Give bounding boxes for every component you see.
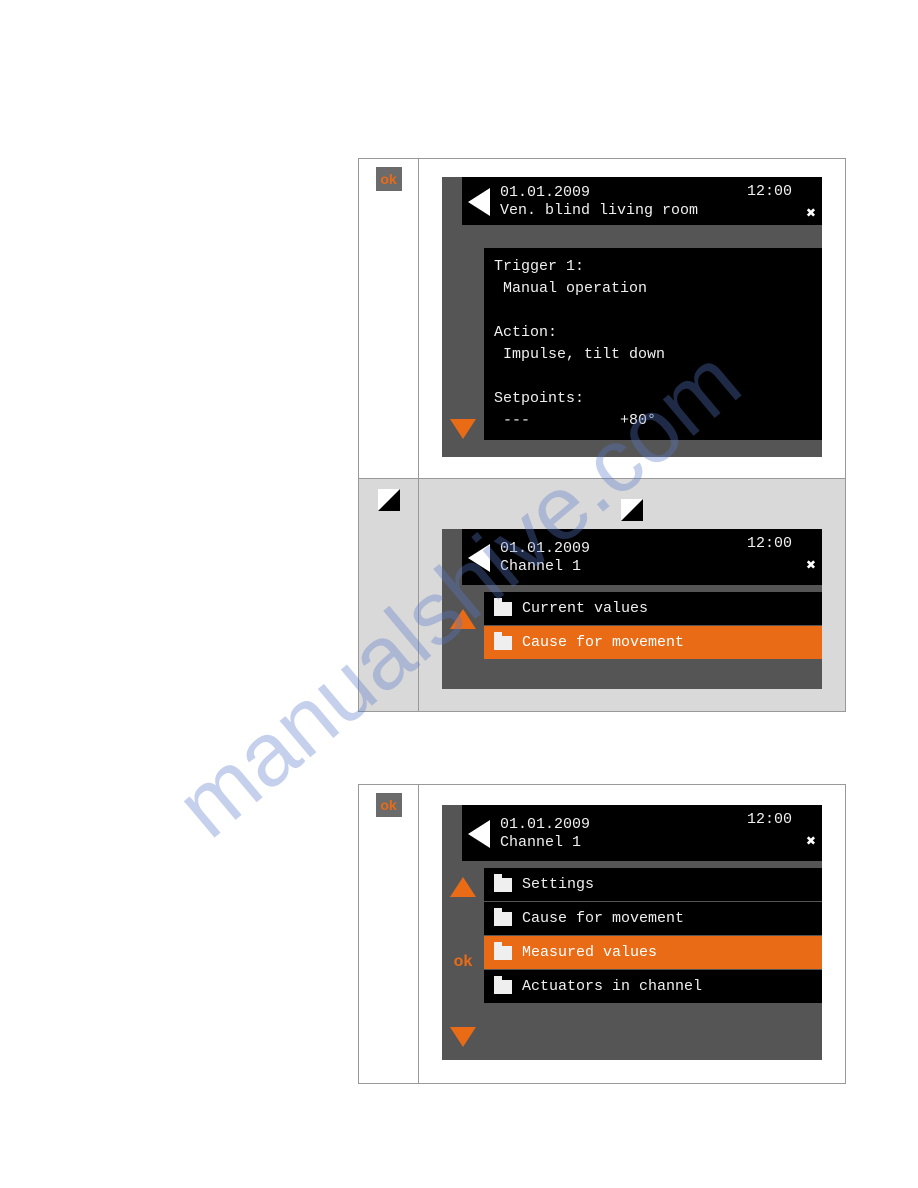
screen-1-header: 01.01.2009 12:00 Ven. blind living room … <box>462 177 822 225</box>
menu-label: Cause for movement <box>522 910 684 927</box>
folder-icon <box>494 946 512 960</box>
header-text-3: 01.01.2009 12:00 Channel 1 <box>500 816 814 852</box>
tools-icon[interactable]: ✖ <box>806 831 816 851</box>
up-arrow-container <box>450 609 476 629</box>
screen-3-header-area: 01.01.2009 12:00 Channel 1 ✖ <box>462 805 822 861</box>
menu-label: Actuators in channel <box>522 978 702 995</box>
left-column-3: ok <box>359 785 419 1083</box>
panel-3-container: 01.01.2009 12:00 Channel 1 ✖ ok Settings <box>419 785 845 1083</box>
scroll-up-icon[interactable] <box>450 609 476 629</box>
folder-icon <box>494 980 512 994</box>
side-arrows-3: ok <box>448 877 478 1047</box>
screen-2-header: 01.01.2009 12:00 Channel 1 ✖ <box>462 529 822 585</box>
figure-1-top: ok 01.01.2009 12:00 Ven. blind living ro… <box>359 159 845 479</box>
menu-item-settings[interactable]: Settings <box>484 867 822 901</box>
title-label: Ven. blind living room <box>500 202 698 219</box>
back-arrow-icon[interactable] <box>468 544 490 572</box>
menu-label: Cause for movement <box>522 634 684 651</box>
folder-icon <box>494 636 512 650</box>
title-label: Channel 1 <box>500 834 581 851</box>
screen-1-body: Trigger 1: Manual operation Action: Impu… <box>484 247 822 440</box>
device-frame-3: 01.01.2009 12:00 Channel 1 ✖ ok Settings <box>442 805 822 1060</box>
menu-3: Settings Cause for movement Measured val… <box>484 867 822 1003</box>
panel-1-container: 01.01.2009 12:00 Ven. blind living room … <box>419 159 845 478</box>
menu-item-measured-values[interactable]: Measured values <box>484 935 822 969</box>
folder-icon <box>494 912 512 926</box>
ok-button[interactable]: ok <box>376 793 402 817</box>
menu-label: Current values <box>522 600 648 617</box>
screen-1: 01.01.2009 12:00 Ven. blind living room … <box>462 177 822 225</box>
device-frame-1: 01.01.2009 12:00 Ven. blind living room … <box>442 177 822 457</box>
scroll-down-icon[interactable] <box>450 1027 476 1047</box>
menu-label: Settings <box>522 876 594 893</box>
date-label: 01.01.2009 <box>500 816 590 833</box>
menu-item-cause-for-movement[interactable]: Cause for movement <box>484 625 822 659</box>
figure-group-2: ok 01.01.2009 12:00 Channel 1 ✖ ok <box>358 784 846 1084</box>
left-column-1: ok <box>359 159 419 478</box>
menu-item-current-values[interactable]: Current values <box>484 591 822 625</box>
back-arrow-icon[interactable] <box>468 188 490 216</box>
tools-icon[interactable]: ✖ <box>806 555 816 575</box>
folder-icon <box>494 602 512 616</box>
screen-3-header: 01.01.2009 12:00 Channel 1 ✖ <box>462 805 822 861</box>
back-button-icon-center[interactable] <box>621 499 643 521</box>
back-button-icon[interactable] <box>378 489 400 511</box>
folder-icon <box>494 878 512 892</box>
time-label: 12:00 <box>747 535 792 553</box>
menu-2: Current values Cause for movement <box>484 591 822 659</box>
menu-item-actuators-in-channel[interactable]: Actuators in channel <box>484 969 822 1003</box>
figure-group-1: ok 01.01.2009 12:00 Ven. blind living ro… <box>358 158 846 712</box>
scroll-down-icon[interactable] <box>450 419 476 439</box>
time-label: 12:00 <box>747 811 792 829</box>
time-label: 12:00 <box>747 183 792 201</box>
ok-indicator[interactable]: ok <box>454 953 473 971</box>
tools-icon[interactable]: ✖ <box>806 203 816 223</box>
screen-2-header-area: 01.01.2009 12:00 Channel 1 ✖ <box>462 529 822 585</box>
device-frame-2: 01.01.2009 12:00 Channel 1 ✖ Current val… <box>442 529 822 689</box>
panel-2-container: 01.01.2009 12:00 Channel 1 ✖ Current val… <box>419 479 845 711</box>
figure-1-bottom: 01.01.2009 12:00 Channel 1 ✖ Current val… <box>359 479 845 711</box>
date-label: 01.01.2009 <box>500 540 590 557</box>
ok-button[interactable]: ok <box>376 167 402 191</box>
scroll-up-icon[interactable] <box>450 877 476 897</box>
trigger-info-text: Trigger 1: Manual operation Action: Impu… <box>484 248 822 440</box>
back-arrow-icon[interactable] <box>468 820 490 848</box>
header-text-1: 01.01.2009 12:00 Ven. blind living room <box>500 184 814 220</box>
header-text-2: 01.01.2009 12:00 Channel 1 <box>500 540 814 576</box>
date-label: 01.01.2009 <box>500 184 590 201</box>
title-label: Channel 1 <box>500 558 581 575</box>
down-arrow-container <box>450 419 476 439</box>
left-column-2 <box>359 479 419 711</box>
menu-label: Measured values <box>522 944 657 961</box>
menu-item-cause-for-movement[interactable]: Cause for movement <box>484 901 822 935</box>
